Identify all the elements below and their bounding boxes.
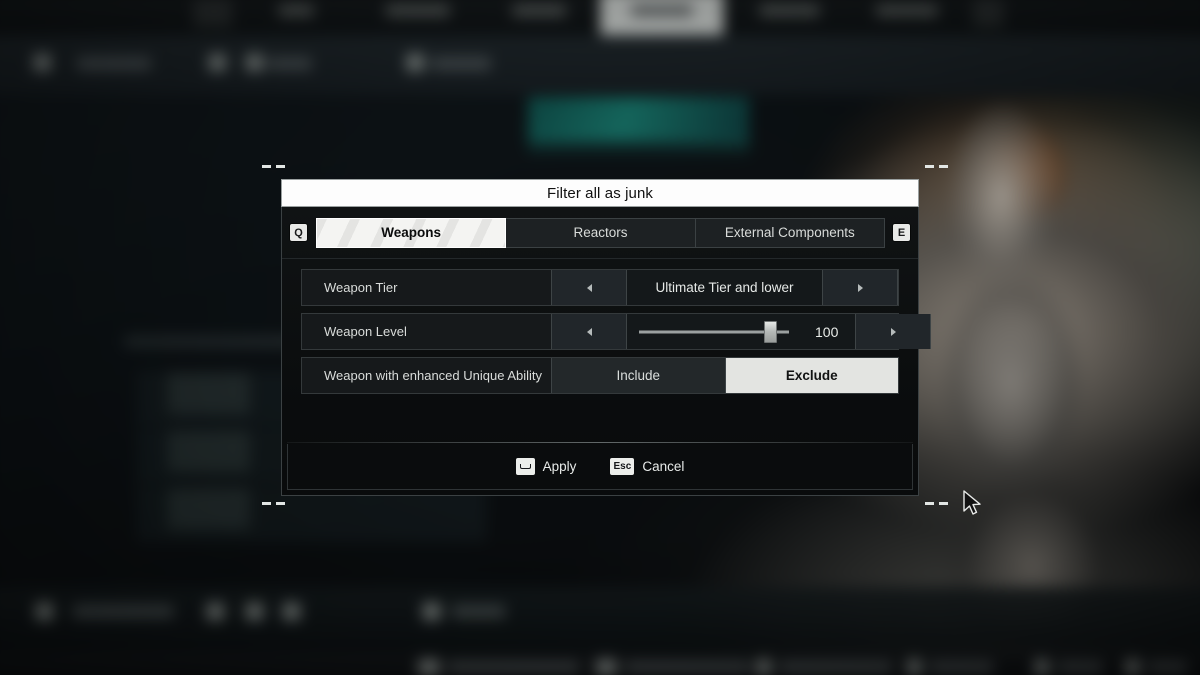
weapon-level-slider-area: 100 bbox=[627, 314, 855, 349]
weapon-tier-value[interactable]: Ultimate Tier and lower bbox=[627, 270, 822, 305]
weapon-tier-decrement-button[interactable] bbox=[551, 270, 627, 305]
apply-button-label: Apply bbox=[542, 459, 577, 474]
dialog-footer: Apply Esc Cancel bbox=[287, 444, 913, 490]
filter-row-weapon-level: Weapon Level 100 bbox=[301, 313, 931, 350]
dialog-body: Q Weapons Reactors External Components E bbox=[281, 207, 931, 496]
unique-ability-include-option[interactable]: Include bbox=[551, 358, 725, 393]
tab-weapons-label: Weapons bbox=[381, 225, 442, 240]
weapon-tier-increment-button[interactable] bbox=[822, 270, 898, 305]
slider-thumb[interactable] bbox=[764, 320, 777, 343]
space-key-icon bbox=[515, 458, 535, 475]
game-screen: Filter all as junk Q Weapons Reactors Ex… bbox=[0, 0, 1200, 675]
unique-ability-toggle-group: Include Exclude bbox=[551, 358, 898, 393]
arrow-left-icon bbox=[586, 327, 592, 336]
arrow-right-icon bbox=[890, 327, 896, 336]
footer-separator bbox=[287, 442, 913, 443]
prev-tab-key-badge[interactable]: Q bbox=[290, 224, 307, 241]
dialog-corner-mark-top-right bbox=[925, 165, 948, 168]
cancel-button[interactable]: Esc Cancel bbox=[610, 458, 684, 475]
arrow-left-icon bbox=[586, 283, 592, 292]
tab-external-components[interactable]: External Components bbox=[694, 217, 885, 248]
spacebar-glyph-icon bbox=[519, 464, 531, 469]
category-tab-bar: Q Weapons Reactors External Components E bbox=[282, 207, 918, 259]
unique-ability-exclude-option[interactable]: Exclude bbox=[724, 358, 898, 393]
filter-dialog: Filter all as junk Q Weapons Reactors Ex… bbox=[281, 179, 931, 496]
unique-ability-label: Weapon with enhanced Unique Ability bbox=[324, 368, 543, 383]
filter-rows: Weapon Tier Ultimate Tier and lower Weap… bbox=[282, 259, 931, 394]
weapon-level-label: Weapon Level bbox=[324, 324, 407, 339]
dialog-title-bar: Filter all as junk bbox=[281, 179, 919, 207]
tab-weapons[interactable]: Weapons bbox=[316, 217, 507, 248]
weapon-level-value: 100 bbox=[815, 323, 839, 340]
weapon-level-decrement-button[interactable] bbox=[551, 314, 627, 349]
apply-button[interactable]: Apply bbox=[515, 458, 577, 475]
weapon-level-increment-button[interactable] bbox=[855, 314, 931, 349]
dialog-title: Filter all as junk bbox=[546, 184, 653, 202]
dialog-corner-mark-bottom-left bbox=[262, 502, 285, 505]
arrow-right-icon bbox=[857, 283, 863, 292]
weapon-level-slider[interactable] bbox=[639, 320, 789, 343]
tab-reactors-label: Reactors bbox=[573, 225, 628, 240]
weapon-tier-label: Weapon Tier bbox=[324, 280, 398, 295]
tab-reactors[interactable]: Reactors bbox=[505, 217, 696, 248]
dialog-corner-mark-bottom-right bbox=[925, 502, 948, 505]
esc-key-icon: Esc bbox=[610, 458, 635, 475]
cancel-button-label: Cancel bbox=[642, 459, 685, 474]
filter-row-unique-ability: Weapon with enhanced Unique Ability Incl… bbox=[301, 357, 899, 394]
next-tab-key-badge[interactable]: E bbox=[893, 224, 910, 241]
tab-external-components-label: External Components bbox=[724, 225, 855, 240]
filter-row-weapon-tier: Weapon Tier Ultimate Tier and lower bbox=[301, 269, 899, 306]
dialog-corner-mark-top-left bbox=[262, 165, 285, 168]
category-tabs: Weapons Reactors External Components bbox=[316, 217, 885, 248]
